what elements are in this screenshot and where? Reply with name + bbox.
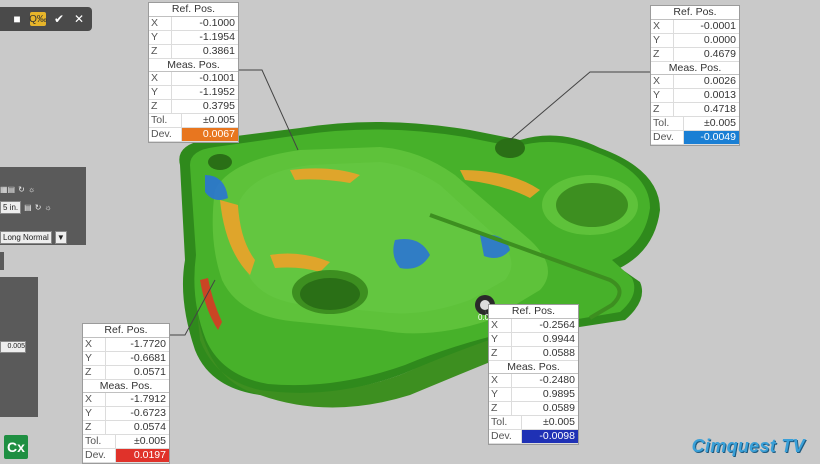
tolerance-row: Tol. ±0.005 xyxy=(489,416,578,431)
meas-z-row: Z 0.0574 xyxy=(83,421,169,436)
settings-panel: ▦▤ ↻ ☼ 5 in. ▤ ↻ ☼ Long Normal ▼ xyxy=(0,167,86,245)
deviation-value: 0.0067 xyxy=(182,128,238,142)
distance-field[interactable]: 5 in. xyxy=(0,201,22,214)
brightness-icon[interactable]: ☼ xyxy=(44,203,51,212)
lock-icon[interactable]: ■ xyxy=(10,12,24,26)
panel-handle[interactable] xyxy=(0,252,4,270)
deviation-value: -0.0049 xyxy=(684,131,739,145)
meas-y-row: Y 0.0013 xyxy=(651,89,739,104)
meas-y-row: Y 0.9895 xyxy=(489,388,578,403)
settings-row-3: Long Normal ▼ xyxy=(0,231,67,244)
viewer-toolbar: ■ Q‰ ✔ ✕ xyxy=(0,7,92,31)
ref-pos-header: Ref. Pos. xyxy=(489,305,578,319)
callout-bottom-left[interactable]: Ref. Pos. X -1.7720 Y -0.6681 Z 0.0571 Meas… xyxy=(82,323,170,464)
reset-icon[interactable]: ↻ xyxy=(18,185,25,194)
direction-select[interactable]: Long Normal xyxy=(0,231,52,244)
ref-z-row: Z 0.3861 xyxy=(149,44,238,59)
tolerance-row: Tol. ±0.005 xyxy=(83,435,169,450)
deviation-value: -0.0098 xyxy=(522,430,578,444)
ref-y-row: Y 0.0000 xyxy=(651,33,739,48)
brightness-icon[interactable]: ☼ xyxy=(28,185,35,194)
callout-bottom-right[interactable]: Ref. Pos. X -0.2564 Y 0.9944 Z 0.0588 Meas.… xyxy=(488,304,579,446)
tolerance-row: Tol. ±0.005 xyxy=(149,114,238,129)
ref-z-row: Z 0.0571 xyxy=(83,365,169,380)
left-hole xyxy=(208,154,232,170)
ref-y-row: Y -1.1954 xyxy=(149,30,238,45)
ref-y-row: Y -0.6681 xyxy=(83,351,169,366)
deviation-row: Dev. -0.0049 xyxy=(651,131,739,146)
watermark: Cimquest TV xyxy=(691,436,805,456)
leader-line-top-right xyxy=(509,71,650,141)
meas-y-row: Y -1.1952 xyxy=(149,86,238,101)
ref-pos-header: Ref. Pos. xyxy=(83,324,169,338)
meas-pos-header: Meas. Pos. xyxy=(149,59,238,73)
meas-z-row: Z 0.0589 xyxy=(489,402,578,417)
settings-row-1: ▦▤ ↻ ☼ xyxy=(0,185,35,194)
ref-z-row: Z 0.0588 xyxy=(489,346,578,361)
deviation-row: Dev. 0.0067 xyxy=(149,128,238,143)
reset-icon[interactable]: ↻ xyxy=(35,203,42,212)
check-icon[interactable]: ✔ xyxy=(52,12,66,26)
app-logo: Cx xyxy=(4,435,28,459)
ref-x-row: X -1.7720 xyxy=(83,337,169,352)
ref-z-row: Z 0.4679 xyxy=(651,47,739,62)
meas-x-row: X -1.7912 xyxy=(83,393,169,408)
callout-top-right[interactable]: Ref. Pos. X -0.0001 Y 0.0000 Z 0.4679 Meas.… xyxy=(650,5,740,147)
meas-y-row: Y -0.6723 xyxy=(83,407,169,422)
meas-x-row: X -0.2480 xyxy=(489,374,578,389)
tolerance-row: Tol. ±0.005 xyxy=(651,117,739,132)
settings-row-2: 5 in. ▤ ↻ ☼ xyxy=(0,201,52,214)
meas-z-row: Z 0.4718 xyxy=(651,103,739,118)
meas-x-row: X -0.1001 xyxy=(149,72,238,87)
ref-pos-header: Ref. Pos. xyxy=(149,3,238,17)
align-icon[interactable]: ▤ xyxy=(24,203,32,212)
ref-y-row: Y 0.9944 xyxy=(489,332,578,347)
meas-pos-header: Meas. Pos. xyxy=(489,361,578,375)
chevron-down-icon[interactable]: ▼ xyxy=(54,231,67,244)
deviation-row: Dev. -0.0098 xyxy=(489,430,578,445)
meas-x-row: X 0.0026 xyxy=(651,75,739,90)
deviation-value: 0.0197 xyxy=(116,449,169,463)
meas-pos-header: Meas. Pos. xyxy=(83,380,169,394)
ref-x-row: X -0.2564 xyxy=(489,318,578,333)
deviation-row: Dev. 0.0197 xyxy=(83,449,169,464)
ref-pos-header: Ref. Pos. xyxy=(651,6,739,20)
inspected-part[interactable] xyxy=(179,121,661,408)
ref-x-row: X -0.1000 xyxy=(149,16,238,31)
align-icon[interactable]: ▦▤ xyxy=(0,185,15,194)
pocket-bore-inner xyxy=(300,278,360,310)
top-hole xyxy=(495,138,525,158)
key-icon[interactable]: Q‰ xyxy=(29,12,47,26)
ref-x-row: X -0.0001 xyxy=(651,19,739,34)
tolerance-field[interactable]: 0.005 xyxy=(0,341,26,353)
callout-top-left[interactable]: Ref. Pos. X -0.1000 Y -1.1954 Z 0.3861 Meas… xyxy=(148,2,239,144)
meas-z-row: Z 0.3795 xyxy=(149,100,238,115)
close-icon[interactable]: ✕ xyxy=(72,12,86,26)
right-boss-hole xyxy=(556,183,628,227)
tolerance-panel: 0.005 xyxy=(0,277,38,417)
meas-pos-header: Meas. Pos. xyxy=(651,62,739,76)
